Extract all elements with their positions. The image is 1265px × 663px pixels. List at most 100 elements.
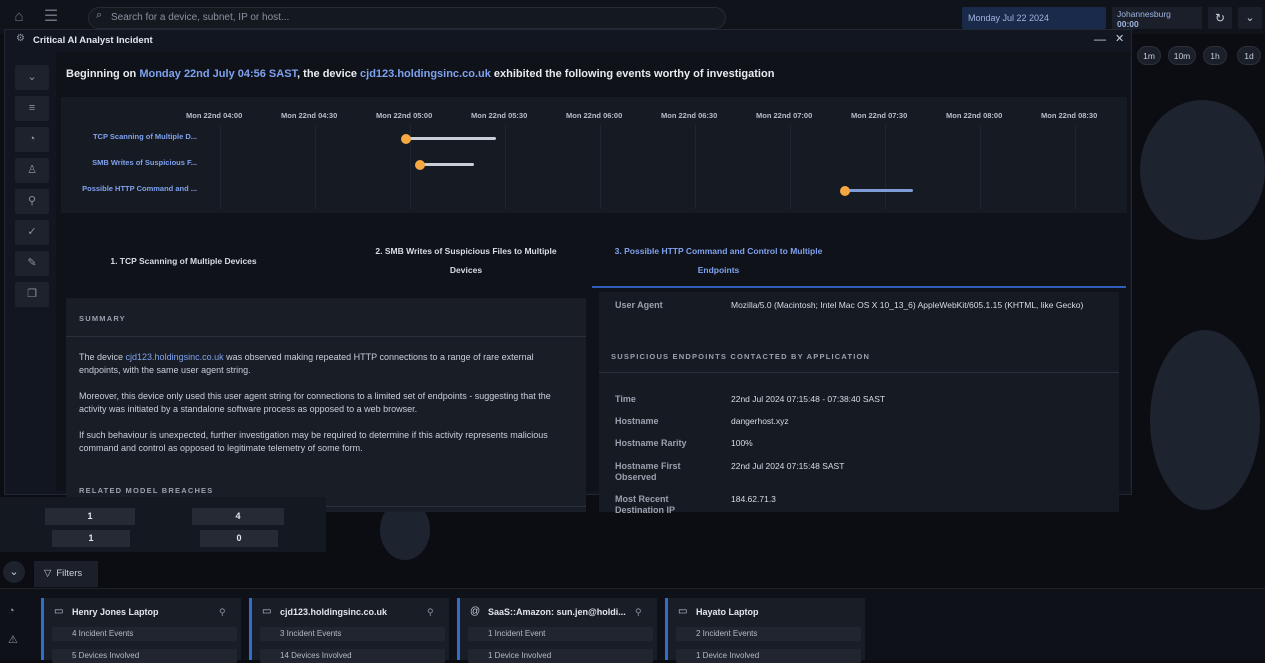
- copy-icon: ❐: [27, 288, 37, 300]
- collapse-panel-button[interactable]: ⌄: [3, 561, 25, 583]
- incident-events-count: 4 Incident Events: [52, 627, 237, 641]
- detail-value: 22nd Jul 2024 07:15:48 - 07:38:40 SAST: [731, 394, 886, 404]
- timeline-gridline: [220, 125, 221, 209]
- detail-key: Hostname: [615, 416, 659, 426]
- tab-smb-writes[interactable]: 2. SMB Writes of Suspicious Files to Mul…: [326, 242, 606, 280]
- tab-label: Endpoints: [697, 265, 740, 275]
- devices-involved-count: 1 Device Involved: [676, 649, 861, 663]
- timeline-tick: Mon 22nd 04:30: [281, 111, 338, 120]
- copy-button[interactable]: ❐: [15, 282, 49, 307]
- detail-value: dangerhost.xyz: [731, 416, 789, 426]
- assign-user-button[interactable]: ♙: [15, 158, 49, 183]
- tab-label: 3. Possible HTTP Command and Control to …: [614, 246, 823, 256]
- filters-button[interactable]: ▽ Filters: [34, 561, 98, 587]
- timeline-event-marker[interactable]: [401, 134, 411, 144]
- date-picker[interactable]: Monday Jul 22 2024: [962, 7, 1106, 29]
- map-landmass: [1150, 330, 1260, 510]
- incident-card[interactable]: ▭ cjd123.holdingsinc.co.uk ⚲ 3 Incident …: [249, 598, 449, 663]
- edit-button[interactable]: ✎: [15, 251, 49, 276]
- user-icon: ♙: [27, 164, 37, 176]
- comments-button[interactable]: ◔: [15, 127, 49, 152]
- incident-modal: ⚙ Critical AI Analyst Incident — ✕ ⌄ ≡ ◔…: [4, 29, 1132, 515]
- incident-events-count: 3 Incident Events: [260, 627, 445, 641]
- timeline-event-bar[interactable]: [406, 137, 496, 140]
- timeline-event-marker[interactable]: [415, 160, 425, 170]
- timezone-time: 00:00: [1117, 19, 1139, 29]
- comment-icon[interactable]: ◔: [8, 605, 15, 617]
- headline-device-link[interactable]: cjd123.holdingsinc.co.uk: [360, 68, 491, 80]
- timeline-event-bar[interactable]: [843, 189, 913, 192]
- detail-key: Time: [615, 394, 636, 404]
- incident-card[interactable]: @ SaaS::Amazon: sun.jen@holdi... ⚲ 1 Inc…: [457, 598, 657, 663]
- detail-key: Hostname Rarity: [615, 438, 687, 448]
- time-range-1h[interactable]: 1h: [1203, 46, 1227, 65]
- timeline-event-label[interactable]: TCP Scanning of Multiple D...: [93, 132, 197, 141]
- filter-icon: ▽: [44, 568, 52, 579]
- timeline-event-label[interactable]: SMB Writes of Suspicious F...: [92, 158, 197, 167]
- headline-date-link[interactable]: Monday 22nd July 04:56 SAST: [139, 68, 297, 80]
- timeline-tick: Mon 22nd 06:00: [566, 111, 623, 120]
- incident-card[interactable]: ▭ Henry Jones Laptop ⚲ 4 Incident Events…: [41, 598, 241, 663]
- summary-paragraph: The device cjd123.holdingsinc.co.uk was …: [79, 351, 569, 377]
- pin-icon[interactable]: ⚲: [427, 607, 434, 618]
- expand-button[interactable]: ⌄: [1238, 7, 1262, 29]
- detail-value: Mozilla/5.0 (Macintosh; Intel Mac OS X 1…: [731, 300, 1084, 310]
- tab-tcp-scanning[interactable]: 1. TCP Scanning of Multiple Devices: [76, 252, 291, 271]
- detail-key: User Agent: [615, 300, 663, 310]
- detail-value: 184.62.71.3: [731, 494, 776, 504]
- close-button[interactable]: ✕: [1115, 32, 1124, 45]
- refresh-icon: ↻: [1214, 11, 1226, 25]
- devices-involved-count: 14 Devices Involved: [260, 649, 445, 663]
- search-input[interactable]: Search for a device, subnet, IP or host.…: [88, 7, 726, 29]
- timeline-gridline: [1075, 125, 1076, 209]
- incident-card[interactable]: ▭ Hayato Laptop 2 Incident Events 1 Devi…: [665, 598, 865, 663]
- timeline-gridline: [790, 125, 791, 209]
- close-icon: ✕: [1115, 33, 1125, 45]
- devices-involved-count: 1 Device Involved: [468, 649, 653, 663]
- time-range-10m[interactable]: 10m: [1168, 46, 1196, 65]
- devices-involved-count: 5 Devices Involved: [52, 649, 237, 663]
- list-icon: ≡: [28, 102, 36, 114]
- tab-label: Devices: [449, 265, 483, 275]
- time-range-1m[interactable]: 1m: [1137, 46, 1161, 65]
- warning-icon[interactable]: ⚠: [8, 633, 18, 646]
- pin-icon[interactable]: ⚲: [219, 607, 226, 618]
- chevron-down-icon: ⌄: [9, 566, 19, 578]
- list-view-button[interactable]: ≡: [15, 96, 49, 121]
- laptop-icon: ▭: [678, 606, 688, 617]
- timeline-gridline: [315, 125, 316, 209]
- timeline-event-label[interactable]: Possible HTTP Command and ...: [82, 184, 197, 193]
- tab-label: 2. SMB Writes of Suspicious Files to Mul…: [375, 246, 557, 256]
- pin-icon[interactable]: ⚲: [635, 607, 642, 618]
- incident-headline: Beginning on Monday 22nd July 04:56 SAST…: [66, 68, 774, 80]
- search-icon: ⌕: [96, 9, 103, 21]
- detail-value: 100%: [731, 438, 753, 448]
- chevron-down-icon: ⌄: [1245, 12, 1255, 24]
- headline-text: exhibited the following events worthy of…: [490, 68, 775, 80]
- timezone-picker[interactable]: Johannesburg 00:00: [1112, 7, 1202, 29]
- summary-paragraph: If such behaviour is unexpected, further…: [79, 430, 548, 453]
- refresh-button[interactable]: ↻: [1208, 7, 1232, 29]
- acknowledge-button[interactable]: ✓: [15, 220, 49, 245]
- filters-label: Filters: [56, 568, 83, 579]
- time-range-1d[interactable]: 1d: [1237, 46, 1261, 65]
- breaches-heading: RELATED MODEL BREACHES: [79, 486, 214, 495]
- desktop-icon: ▭: [262, 606, 272, 617]
- timeline-gridline: [980, 125, 981, 209]
- timeline-event-marker[interactable]: [840, 186, 850, 196]
- stat-value: 1: [52, 530, 130, 547]
- incident-events-count: 1 Incident Event: [468, 627, 653, 641]
- tab-http-command-control[interactable]: 3. Possible HTTP Command and Control to …: [596, 242, 841, 280]
- collapse-toolbar-button[interactable]: ⌄: [15, 65, 49, 90]
- pin-button[interactable]: ⚲: [15, 189, 49, 214]
- incident-card-title: Henry Jones Laptop: [72, 607, 159, 617]
- summary-device-link[interactable]: cjd123.holdingsinc.co.uk: [126, 352, 224, 362]
- at-sign-icon: @: [470, 606, 481, 617]
- divider: [66, 336, 586, 337]
- incident-stats-panel: 1 1 4 0: [0, 497, 326, 552]
- incident-card-title: SaaS::Amazon: sun.jen@holdi...: [488, 607, 626, 617]
- timeline-tick: Mon 22nd 05:30: [471, 111, 528, 120]
- minimize-button[interactable]: —: [1094, 32, 1106, 46]
- timeline-tick: Mon 22nd 04:00: [186, 111, 243, 120]
- laptop-icon: ▭: [54, 606, 64, 617]
